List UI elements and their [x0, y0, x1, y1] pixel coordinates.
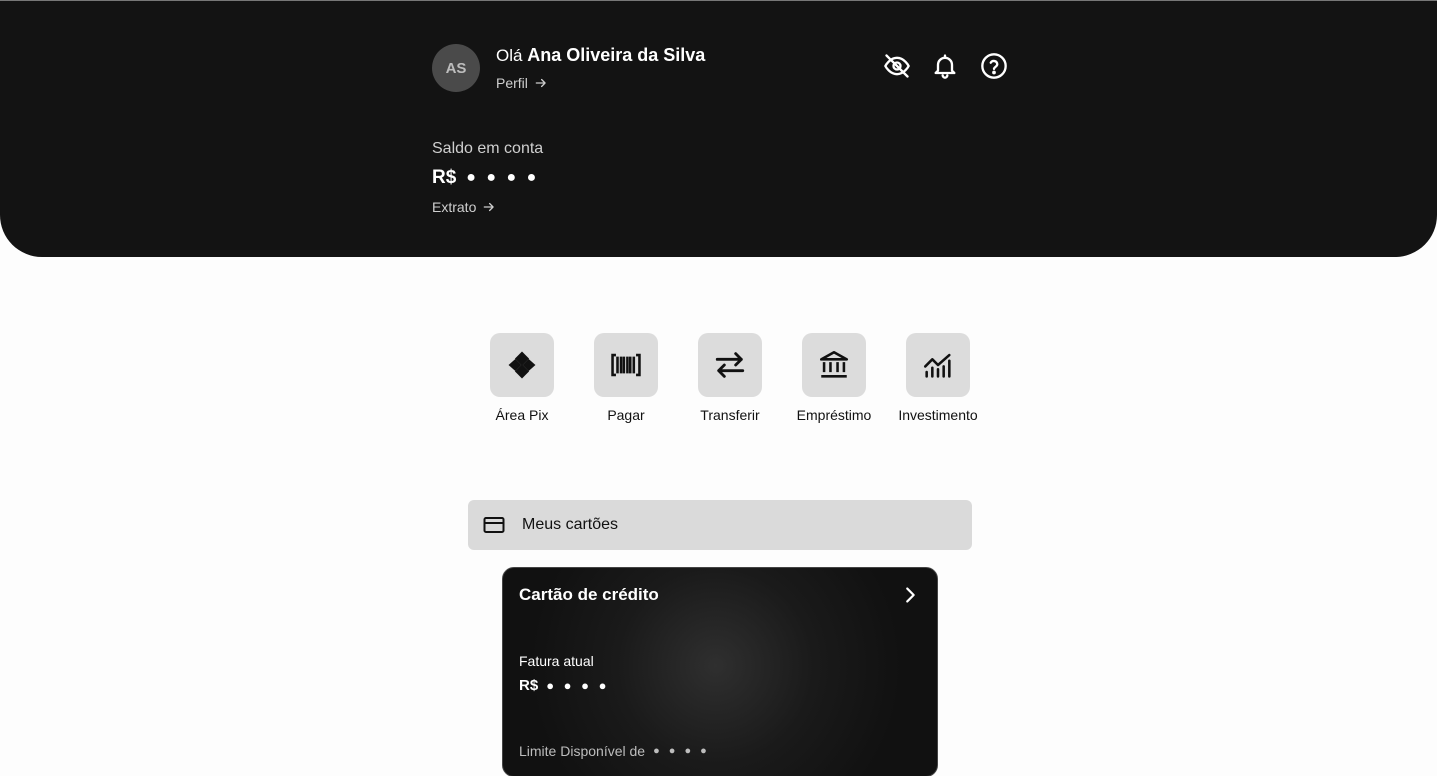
help-button[interactable] [979, 51, 1009, 81]
balance-value: R$ ● ● ● ● [432, 167, 539, 189]
action-label: Investimento [898, 407, 978, 423]
statement-link-label: Extrato [432, 199, 477, 215]
limit-label: Limite Disponível de [519, 743, 646, 759]
action-tile[interactable] [802, 333, 866, 397]
account-header: AS Olá Ana Oliveira da Silva Perfil Sald… [0, 1, 1437, 257]
invoice-hidden: ● ● ● ● [546, 678, 610, 693]
balance-hidden: ● ● ● ● [466, 169, 540, 186]
action-pix[interactable]: Área Pix [470, 333, 574, 423]
currency-symbol: R$ [519, 677, 539, 694]
profile-link-label: Perfil [496, 75, 528, 91]
arrow-right-icon [535, 78, 546, 88]
arrow-right-icon [484, 202, 495, 212]
action-label: Área Pix [495, 407, 549, 423]
notifications-button[interactable] [930, 51, 960, 81]
transfer-icon [715, 352, 745, 378]
my-cards-label: Meus cartões [522, 516, 619, 533]
currency-symbol: R$ [432, 167, 457, 188]
chevron-right-icon[interactable] [899, 584, 921, 606]
greeting-prefix: Olá [496, 46, 523, 65]
invoice-label: Fatura atual [519, 653, 594, 669]
my-cards-button[interactable]: Meus cartões [468, 500, 972, 550]
action-tile[interactable] [906, 333, 970, 397]
available-limit: Limite Disponível de ● ● ● ● [519, 743, 710, 759]
action-tile[interactable] [490, 333, 554, 397]
greeting: Olá Ana Oliveira da Silva [496, 45, 705, 66]
action-transfer[interactable]: Transferir [678, 333, 782, 423]
hide-values-button[interactable] [882, 51, 912, 81]
credit-card-icon [483, 517, 505, 533]
bell-icon [934, 54, 956, 79]
action-loan[interactable]: Empréstimo [782, 333, 886, 423]
action-tile[interactable] [594, 333, 658, 397]
help-icon [981, 53, 1007, 79]
pix-icon [508, 351, 536, 379]
bank-icon [819, 350, 849, 378]
credit-card-title: Cartão de crédito [519, 585, 659, 604]
avatar[interactable]: AS [432, 44, 480, 92]
limit-hidden: ● ● ● ● [653, 745, 710, 757]
credit-card-panel[interactable]: Cartão de crédito Fatura atual R$ ● ● ● … [502, 567, 938, 776]
quick-actions: Área Pix Pagar Transferir Empréstimo Inv… [470, 333, 990, 423]
action-label: Transferir [700, 407, 760, 423]
action-investment[interactable]: Investimento [886, 333, 990, 423]
balance-label: Saldo em conta [432, 140, 544, 157]
barcode-icon [611, 353, 641, 377]
invoice-value: R$ ● ● ● ● [519, 677, 609, 694]
chart-icon [923, 353, 951, 378]
profile-link[interactable]: Perfil [496, 75, 548, 91]
action-label: Empréstimo [796, 407, 872, 423]
statement-link[interactable]: Extrato [432, 199, 496, 215]
user-name: Ana Oliveira da Silva [527, 45, 706, 65]
action-tile[interactable] [698, 333, 762, 397]
action-pay[interactable]: Pagar [574, 333, 678, 423]
eye-off-icon [884, 54, 910, 78]
action-label: Pagar [607, 407, 645, 423]
